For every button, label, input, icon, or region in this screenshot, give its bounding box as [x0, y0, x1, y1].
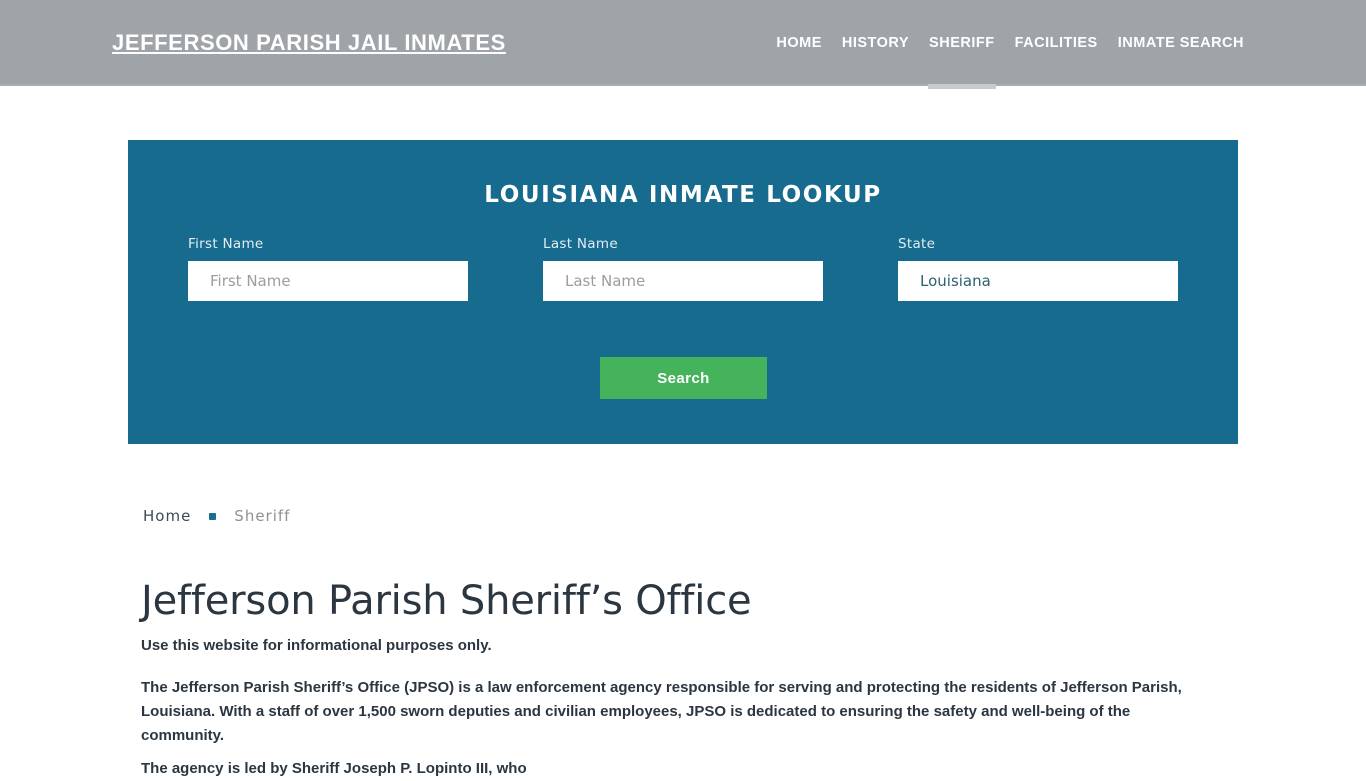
state-label: State	[898, 236, 936, 252]
nav-item-inmate-search[interactable]: INMATE SEARCH	[1108, 32, 1254, 54]
nav-item-facilities[interactable]: FACILITIES	[1005, 32, 1108, 54]
nav-item-sheriff[interactable]: SHERIFF	[919, 32, 1005, 89]
last-name-input[interactable]	[543, 261, 823, 301]
inmate-lookup-panel: LOUISIANA INMATE LOOKUP First Name Last …	[128, 140, 1238, 444]
breadcrumb: Home Sheriff	[143, 507, 290, 525]
site-header: JEFFERSON PARISH JAIL INMATES HOME HISTO…	[0, 0, 1366, 89]
state-field-group: State Louisiana	[898, 236, 1178, 301]
page-title: Jefferson Parish Sheriff’s Office	[141, 578, 752, 624]
page-body-paragraph-2: The agency is led by Sheriff Joseph P. L…	[141, 760, 527, 777]
search-button[interactable]: Search	[600, 357, 767, 399]
nav-item-history[interactable]: HISTORY	[832, 32, 919, 54]
first-name-field-group: First Name	[188, 236, 468, 301]
site-brand[interactable]: JEFFERSON PARISH JAIL INMATES	[112, 30, 506, 56]
page-body-paragraph: The Jefferson Parish Sheriff’s Office (J…	[141, 679, 1182, 744]
last-name-label: Last Name	[543, 236, 618, 252]
nav-item-home[interactable]: HOME	[766, 32, 832, 54]
page-lead-text: Use this website for informational purpo…	[141, 637, 492, 654]
last-name-field-group: Last Name	[543, 236, 823, 301]
first-name-input[interactable]	[188, 261, 468, 301]
first-name-label: First Name	[188, 236, 264, 252]
breadcrumb-home-link[interactable]: Home	[143, 507, 191, 525]
breadcrumb-current-page: Sheriff	[234, 507, 291, 525]
breadcrumb-separator-dot-icon	[209, 512, 217, 520]
main-navigation: HOME HISTORY SHERIFF FACILITIES INMATE S…	[766, 32, 1254, 89]
state-select[interactable]: Louisiana	[898, 261, 1178, 301]
lookup-panel-title: LOUISIANA INMATE LOOKUP	[484, 182, 882, 208]
